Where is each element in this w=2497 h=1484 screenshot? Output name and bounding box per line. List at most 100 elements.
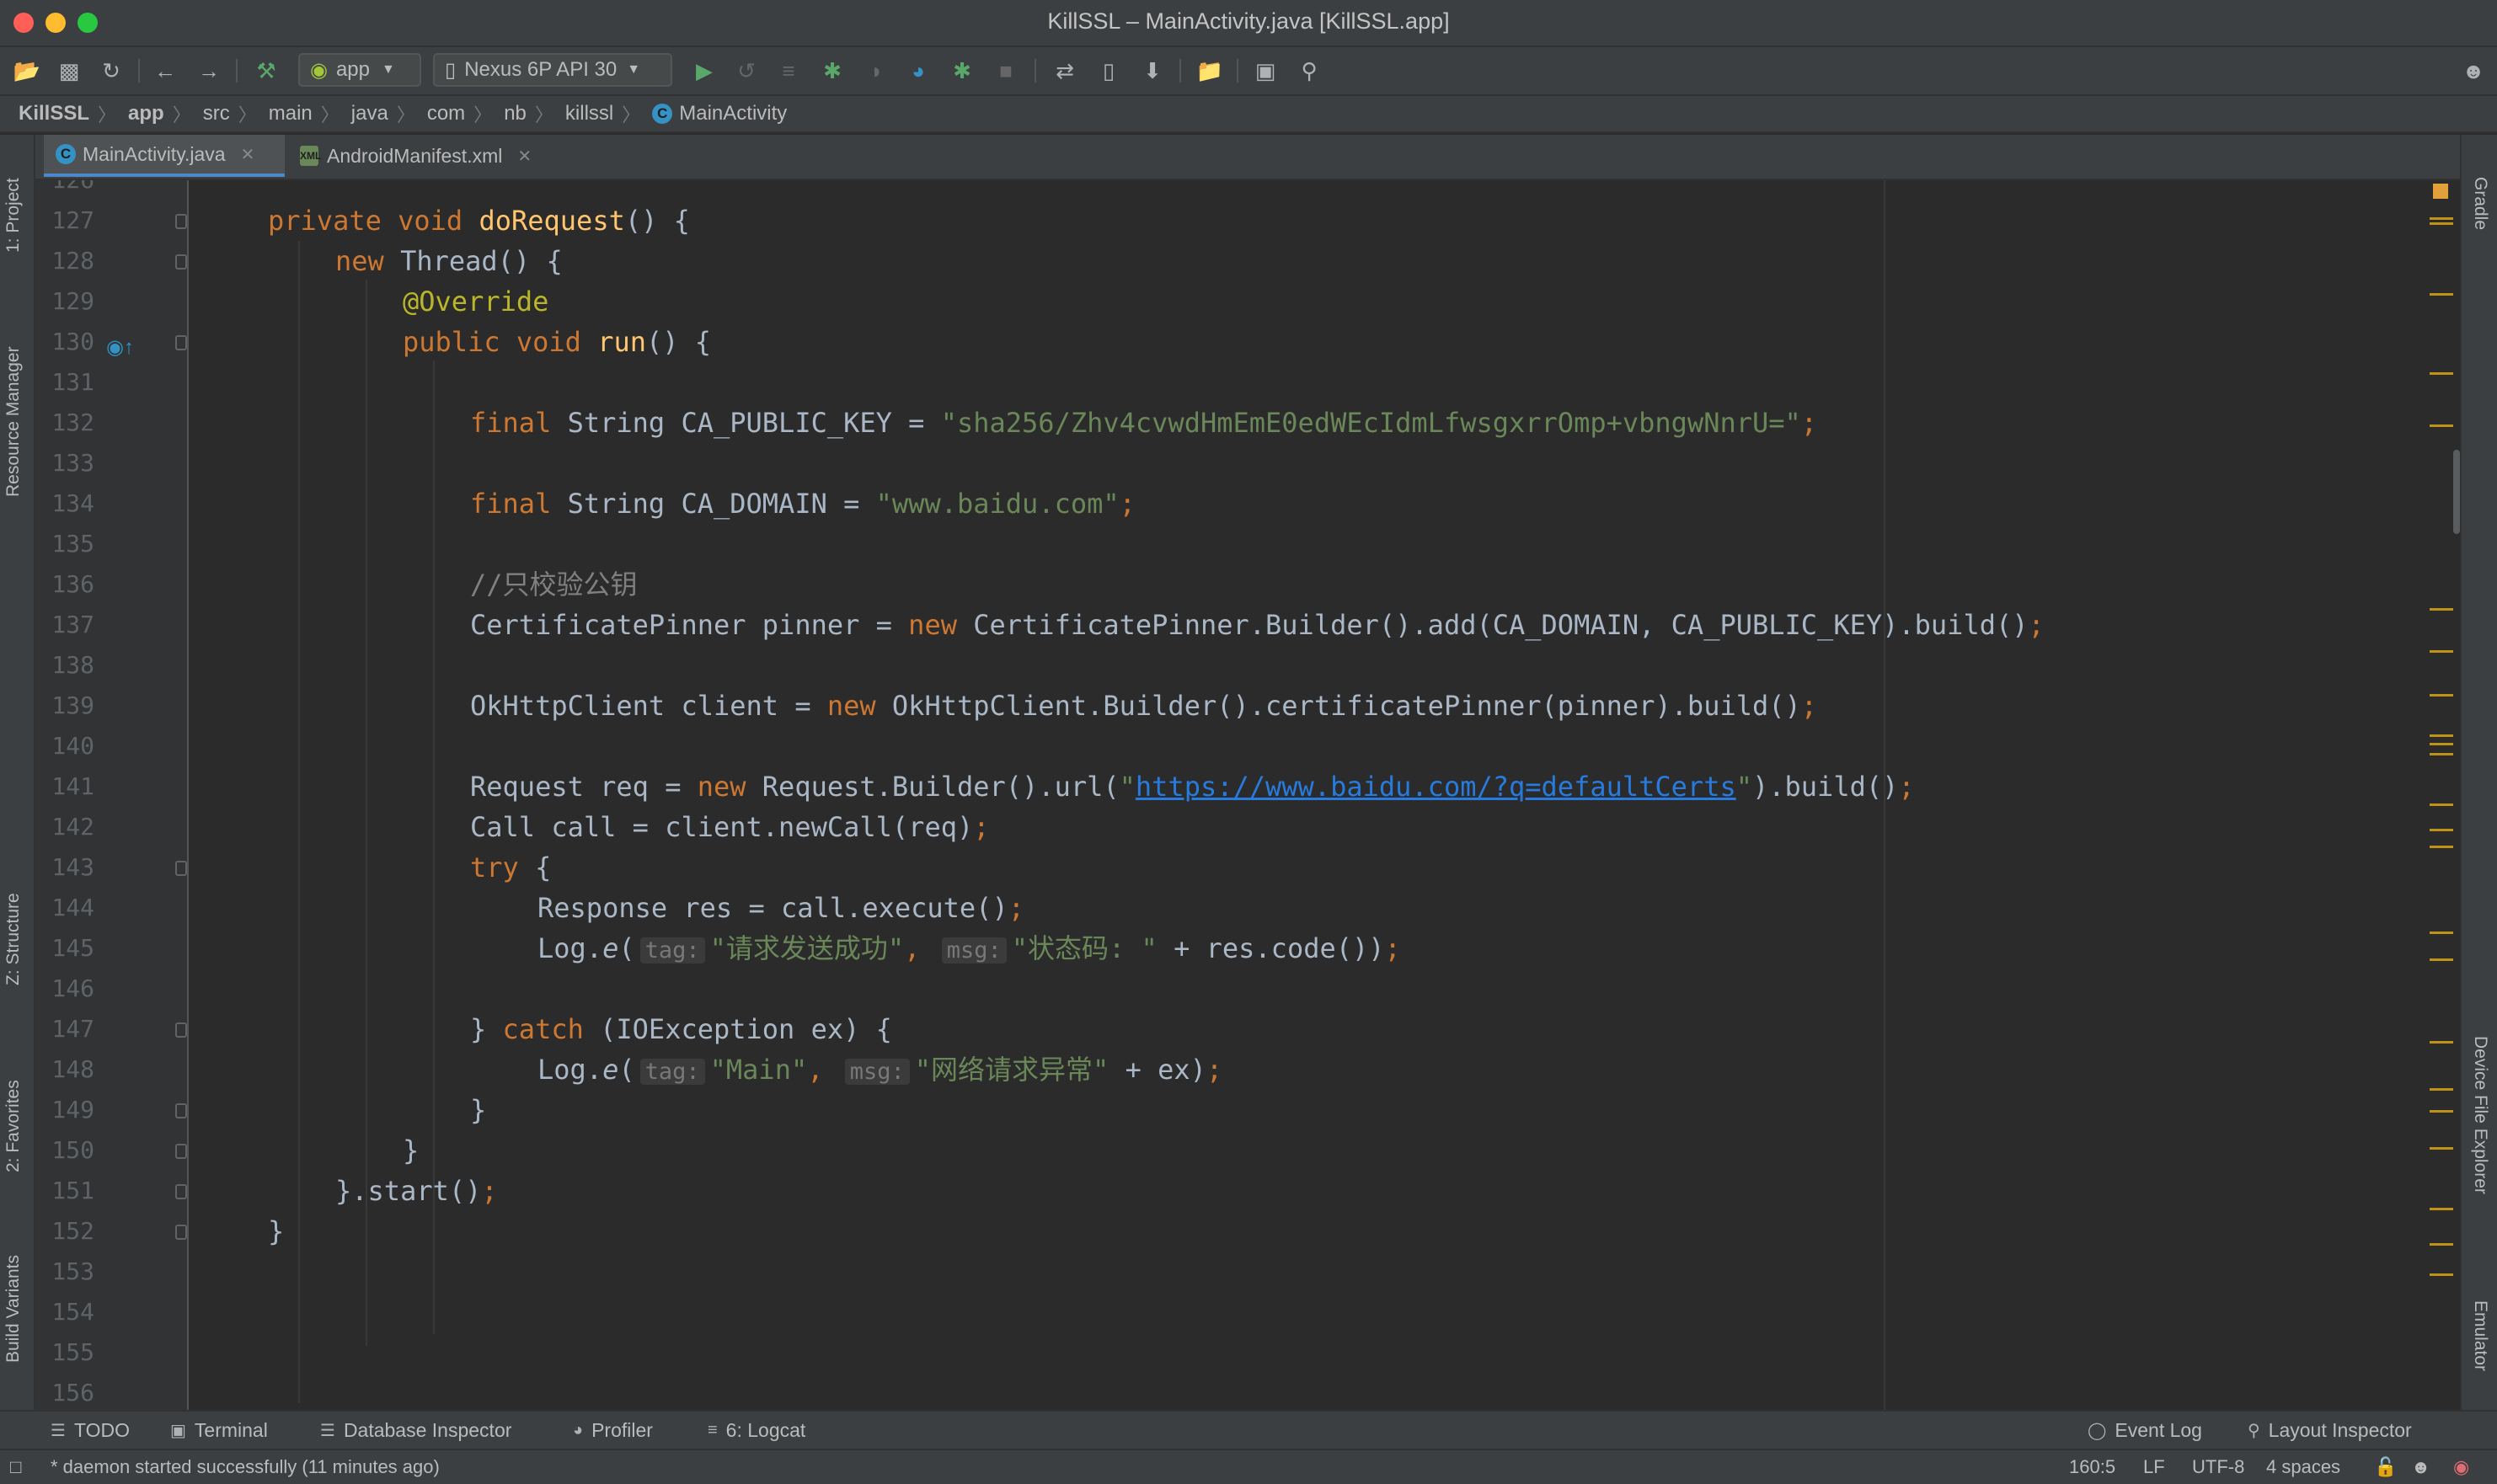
forward-arrow-icon[interactable]: → xyxy=(194,56,224,86)
code-line[interactable]: public void run() { xyxy=(403,322,711,362)
tool-tab-gradle[interactable]: Gradle xyxy=(2470,177,2490,230)
warning-mark[interactable] xyxy=(2430,829,2453,831)
code-line[interactable]: }.start(); xyxy=(335,1171,498,1211)
warning-indicator-icon[interactable] xyxy=(2433,184,2448,199)
sync-gradle-icon[interactable]: ⇄ xyxy=(1050,56,1080,86)
code-line[interactable]: //只校验公钥 xyxy=(470,564,638,605)
warning-mark[interactable] xyxy=(2430,1208,2453,1210)
breadcrumb-item[interactable]: src xyxy=(203,102,230,125)
tool-tab-profiler[interactable]: ◕ Profiler xyxy=(573,1419,653,1442)
code-line[interactable]: final String CA_DOMAIN = "www.baidu.com"… xyxy=(470,483,1136,524)
file-encoding[interactable]: UTF-8 xyxy=(2192,1456,2244,1478)
tab-androidmanifest[interactable]: XML AndroidManifest.xml ✕ xyxy=(288,135,591,177)
lock-icon[interactable]: 🔓 xyxy=(2374,1456,2397,1478)
tool-tab-layout-inspector[interactable]: ⚲ Layout Inspector xyxy=(2248,1419,2412,1442)
code-line[interactable]: Call call = client.newCall(req); xyxy=(470,807,990,847)
project-structure-icon[interactable]: 📁 xyxy=(1195,56,1225,86)
warning-mark[interactable] xyxy=(2430,1041,2453,1044)
code-line[interactable]: new Thread() { xyxy=(335,241,563,281)
vertical-scrollbar[interactable] xyxy=(2453,450,2460,534)
fold-marker-icon[interactable] xyxy=(175,335,187,350)
warning-mark[interactable] xyxy=(2430,650,2453,653)
warning-mark[interactable] xyxy=(2430,1273,2453,1276)
code-line[interactable]: } xyxy=(403,1130,419,1171)
code-editor[interactable]: 126 127 128 129 130 131 132 133 134 135 136 137 138 1… xyxy=(35,180,2460,1410)
indent-setting[interactable]: 4 spaces xyxy=(2266,1456,2340,1478)
sdk-manager-icon[interactable]: ⬇ xyxy=(1137,56,1168,86)
code-line[interactable]: try { xyxy=(470,847,551,888)
line-separator[interactable]: LF xyxy=(2143,1456,2165,1478)
warning-mark[interactable] xyxy=(2430,608,2453,611)
fold-marker-icon[interactable] xyxy=(175,1022,187,1038)
warning-mark[interactable] xyxy=(2430,1243,2453,1246)
code-line[interactable]: } catch (IOException ex) { xyxy=(470,1009,892,1049)
tool-tab-todo[interactable]: ☰ TODO xyxy=(51,1419,130,1442)
tool-tab-database-inspector[interactable]: ☰ Database Inspector xyxy=(320,1419,511,1442)
tool-tab-resource-manager[interactable]: Resource Manager xyxy=(3,346,24,497)
debug-process-icon[interactable]: ✱ xyxy=(947,56,977,86)
breadcrumb-item[interactable]: java xyxy=(351,102,388,125)
warning-mark[interactable] xyxy=(2430,743,2453,745)
fold-marker-icon[interactable] xyxy=(175,214,187,229)
breadcrumb-item[interactable]: KillSSL xyxy=(19,102,89,125)
hammer-build-icon[interactable]: ⚒ xyxy=(251,56,281,86)
breadcrumb-item[interactable]: com xyxy=(427,102,465,125)
tool-tab-device-file-explorer[interactable]: Device File Explorer xyxy=(2470,1036,2490,1194)
sync-icon[interactable]: ↻ xyxy=(96,56,126,86)
avd-manager-icon[interactable]: ▯ xyxy=(1093,56,1124,86)
tool-tab-structure[interactable]: Z: Structure xyxy=(3,893,24,985)
code-line[interactable]: Log.e(tag: "Main", msg: "网络请求异常" + ex); xyxy=(537,1049,1222,1090)
warning-mark[interactable] xyxy=(2430,734,2453,737)
code-line[interactable]: } xyxy=(470,1090,486,1130)
debug-icon[interactable]: ✱ xyxy=(817,56,847,86)
run-config-select[interactable]: ◉ app ▼ xyxy=(298,53,421,87)
status-message[interactable]: * daemon started successfully (11 minute… xyxy=(51,1456,440,1478)
code-line[interactable]: @Override xyxy=(403,281,548,322)
warning-mark[interactable] xyxy=(2430,753,2453,755)
override-marker-icon[interactable]: ◉↑ xyxy=(106,335,134,360)
tool-tab-terminal[interactable]: ▣ Terminal xyxy=(170,1419,268,1442)
breadcrumb-item[interactable]: killssl xyxy=(565,102,613,125)
fold-marker-icon[interactable] xyxy=(175,254,187,270)
fold-marker-icon[interactable] xyxy=(175,1103,187,1118)
fold-marker-icon[interactable] xyxy=(175,1225,187,1240)
profile-icon[interactable]: ◕ xyxy=(903,56,933,86)
warning-mark[interactable] xyxy=(2430,846,2453,848)
warning-mark[interactable] xyxy=(2430,372,2453,375)
account-icon[interactable]: ☻ xyxy=(2458,56,2489,86)
warning-mark[interactable] xyxy=(2430,217,2453,220)
warning-mark[interactable] xyxy=(2430,1088,2453,1091)
fold-marker-icon[interactable] xyxy=(175,861,187,876)
breadcrumb-item[interactable]: app xyxy=(128,102,164,125)
breadcrumb-item[interactable]: MainActivity xyxy=(679,102,787,125)
code-line[interactable]: } xyxy=(268,1211,284,1252)
tab-mainactivity[interactable]: C MainActivity.java ✕ xyxy=(44,135,285,177)
warning-mark[interactable] xyxy=(2430,958,2453,961)
code-line[interactable]: final String CA_PUBLIC_KEY = "sha256/Zhv… xyxy=(470,403,1817,443)
device-select[interactable]: ▯ Nexus 6P API 30 ▼ xyxy=(433,53,672,87)
code-line[interactable]: CertificatePinner pinner = new Certifica… xyxy=(470,605,2045,645)
close-icon[interactable]: ✕ xyxy=(241,144,255,165)
warning-mark[interactable] xyxy=(2430,803,2453,806)
apply-changes-icon[interactable]: ↺ xyxy=(731,56,762,86)
back-arrow-icon[interactable]: ← xyxy=(150,56,180,86)
code-line[interactable]: OkHttpClient client = new OkHttpClient.B… xyxy=(470,686,1817,726)
terminal-window-icon[interactable]: ▣ xyxy=(1250,56,1281,86)
warning-mark[interactable] xyxy=(2430,1110,2453,1113)
breadcrumb-item[interactable]: main xyxy=(269,102,313,125)
inspector-icon[interactable]: ☻ xyxy=(2411,1456,2430,1478)
attach-debugger-icon[interactable]: ◑ xyxy=(859,56,890,86)
caret-position[interactable]: 160:5 xyxy=(2069,1456,2115,1478)
tool-tab-project[interactable]: 1: Project xyxy=(3,178,24,253)
stop-icon[interactable]: ■ xyxy=(991,56,1021,86)
close-icon[interactable]: ✕ xyxy=(517,146,532,167)
fold-marker-icon[interactable] xyxy=(175,1144,187,1159)
code-line[interactable]: private void doRequest() { xyxy=(268,200,690,241)
code-line[interactable]: Log.e(tag: "请求发送成功", msg: "状态码: " + res.co… xyxy=(537,928,1401,969)
tool-tab-event-log[interactable]: ◯ Event Log xyxy=(2088,1419,2202,1442)
fold-marker-icon[interactable] xyxy=(175,1184,187,1199)
toggle-tool-windows-icon[interactable]: □ xyxy=(10,1456,21,1478)
warning-mark[interactable] xyxy=(2430,293,2453,296)
save-icon[interactable]: ▩ xyxy=(54,56,84,86)
code-line[interactable]: Response res = call.execute(); xyxy=(537,888,1024,928)
